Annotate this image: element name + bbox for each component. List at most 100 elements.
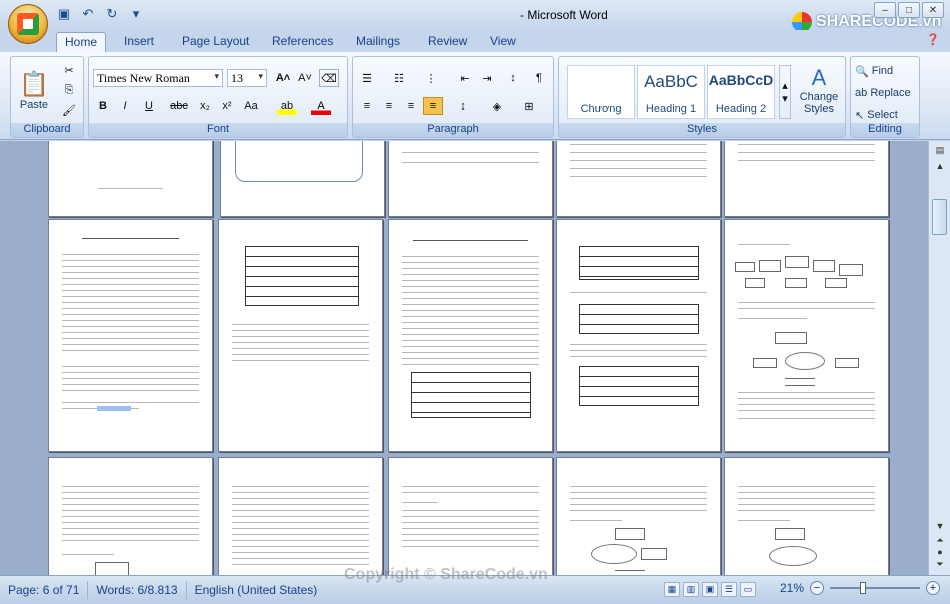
draft-icon[interactable]: ▭ [740,582,756,597]
grow-font-icon[interactable]: A˄ [273,69,293,87]
superscript-icon[interactable]: x² [217,97,237,115]
zoom-level[interactable]: 21% [780,581,804,595]
redo-icon[interactable]: ↻ [104,6,120,22]
show-marks-icon[interactable]: ¶ [529,69,549,87]
word-count[interactable]: Words: 6/8.813 [88,581,187,599]
vertical-scrollbar[interactable]: ▤ ▲ ▼ ⏶ ● ⏷ [928,141,950,575]
change-case-icon[interactable]: Aa [241,97,261,115]
page-thumbnail[interactable] [220,141,385,217]
help-icon[interactable]: ❓ [926,33,940,46]
tab-insert[interactable]: Insert [116,32,162,52]
clear-formatting-icon[interactable]: ⌫ [319,69,339,87]
previous-page-icon[interactable]: ⏶ [933,535,947,547]
page-thumbnail[interactable] [388,141,553,217]
page-thumbnail[interactable] [48,141,213,217]
styles-scroll-icon[interactable]: ▴ ▾ [779,65,791,119]
zoom-slider[interactable] [830,582,920,594]
find-label: Find [871,65,894,77]
save-icon[interactable]: ▣ [56,6,72,22]
font-color-icon[interactable]: A [311,97,331,115]
shading-icon[interactable]: ◈ [487,97,507,115]
full-screen-reading-icon[interactable]: ▥ [683,582,699,597]
style-chuong[interactable]: AaBbCcDc Chương [567,65,635,119]
highlight-icon[interactable]: ab [277,97,297,115]
align-center-icon[interactable]: ≡ [379,97,399,115]
change-styles-icon: A [811,65,827,90]
select-browse-object-icon[interactable]: ● [933,547,947,559]
outline-icon[interactable]: ☰ [721,582,737,597]
qat-customize-icon[interactable]: ▾ [128,6,144,22]
ruler-toggle-icon[interactable]: ▤ [933,145,947,157]
replace-icon: ab [855,87,868,99]
page-thumbnail[interactable] [48,219,213,452]
align-right-icon[interactable]: ≡ [401,97,421,115]
undo-icon[interactable]: ↶ [80,6,96,22]
shrink-font-icon[interactable]: A˅ [295,69,315,87]
page-thumbnail[interactable] [556,457,721,575]
page-thumbnail[interactable] [724,141,889,217]
replace-button[interactable]: ab Replace [855,85,911,101]
italic-icon[interactable]: I [115,97,135,115]
tab-view[interactable]: View [482,32,524,52]
page-thumbnail[interactable] [48,457,213,575]
increase-indent-icon[interactable]: ⇥ [477,69,497,87]
page-thumbnail[interactable] [724,219,889,452]
subscript-icon[interactable]: x₂ [195,97,215,115]
zoom-in-icon[interactable]: + [926,581,940,595]
numbering-icon[interactable]: ☷ [389,69,409,87]
change-styles-button[interactable]: A Change Styles [795,61,843,119]
borders-icon[interactable]: ⊞ [519,97,539,115]
line-spacing-icon[interactable]: ↨ [453,97,473,115]
page-thumbnail[interactable] [218,219,383,452]
paste-button[interactable]: 📋 Paste [15,61,53,119]
format-painter-icon[interactable]: 🖌 [59,101,79,119]
bullets-icon[interactable]: ☰ [357,69,377,87]
find-button[interactable]: 🔍 Find [855,63,893,79]
page-indicator[interactable]: Page: 6 of 71 [0,581,89,599]
page-thumbnail[interactable] [388,457,553,575]
print-layout-icon[interactable]: ▦ [664,582,680,597]
replace-label: Replace [870,87,911,99]
copy-icon[interactable]: ⎘ [59,81,79,99]
cut-icon[interactable]: ✂ [59,61,79,79]
tab-home[interactable]: Home [56,32,107,52]
office-button[interactable] [8,4,48,44]
tab-review[interactable]: Review [420,32,475,52]
sort-icon[interactable]: ↕ [503,69,523,87]
tab-references[interactable]: References [264,32,341,52]
next-page-icon[interactable]: ⏷ [933,559,947,571]
font-name-dropdown[interactable]: Times New Roman [93,69,223,87]
tab-page-layout[interactable]: Page Layout [174,32,257,52]
bold-icon[interactable]: B [93,97,113,115]
underline-icon[interactable]: U [139,97,159,115]
multilevel-list-icon[interactable]: ⋮ [421,69,441,87]
zoom-out-icon[interactable]: − [810,581,824,595]
scroll-down-icon[interactable]: ▼ [933,521,947,533]
tab-mailings[interactable]: Mailings [348,32,408,52]
close-button[interactable]: ✕ [922,2,944,18]
zoom-slider-thumb[interactable] [860,582,866,594]
page-thumbnail[interactable] [218,457,383,575]
web-layout-icon[interactable]: ▣ [702,582,718,597]
page-thumbnail[interactable] [724,457,889,575]
style-heading-1[interactable]: AaBbC Heading 1 [637,65,705,119]
scroll-up-icon[interactable]: ▲ [933,161,947,173]
document-area[interactable] [0,141,928,575]
language-indicator[interactable]: English (United States) [187,581,326,599]
quick-access-toolbar: ▣ ↶ ↻ ▾ [56,6,144,22]
select-button[interactable]: ↖ Select [855,107,898,123]
decrease-indent-icon[interactable]: ⇤ [455,69,475,87]
page-thumbnail[interactable] [388,219,553,452]
align-left-icon[interactable]: ≡ [357,97,377,115]
styles-label: Styles [559,123,845,137]
strikethrough-icon[interactable]: abc [169,97,189,115]
style-heading-2[interactable]: AaBbCcD Heading 2 [707,65,775,119]
minimize-button[interactable]: – [874,2,896,18]
justify-icon[interactable]: ≡ [423,97,443,115]
maximize-button[interactable]: □ [898,2,920,18]
page-thumbnail[interactable] [556,219,721,452]
page-thumbnail[interactable] [556,141,721,217]
font-size-dropdown[interactable]: 13 [227,69,267,87]
view-buttons: ▦ ▥ ▣ ☰ ▭ [664,582,756,597]
scrollbar-thumb[interactable] [932,199,947,235]
